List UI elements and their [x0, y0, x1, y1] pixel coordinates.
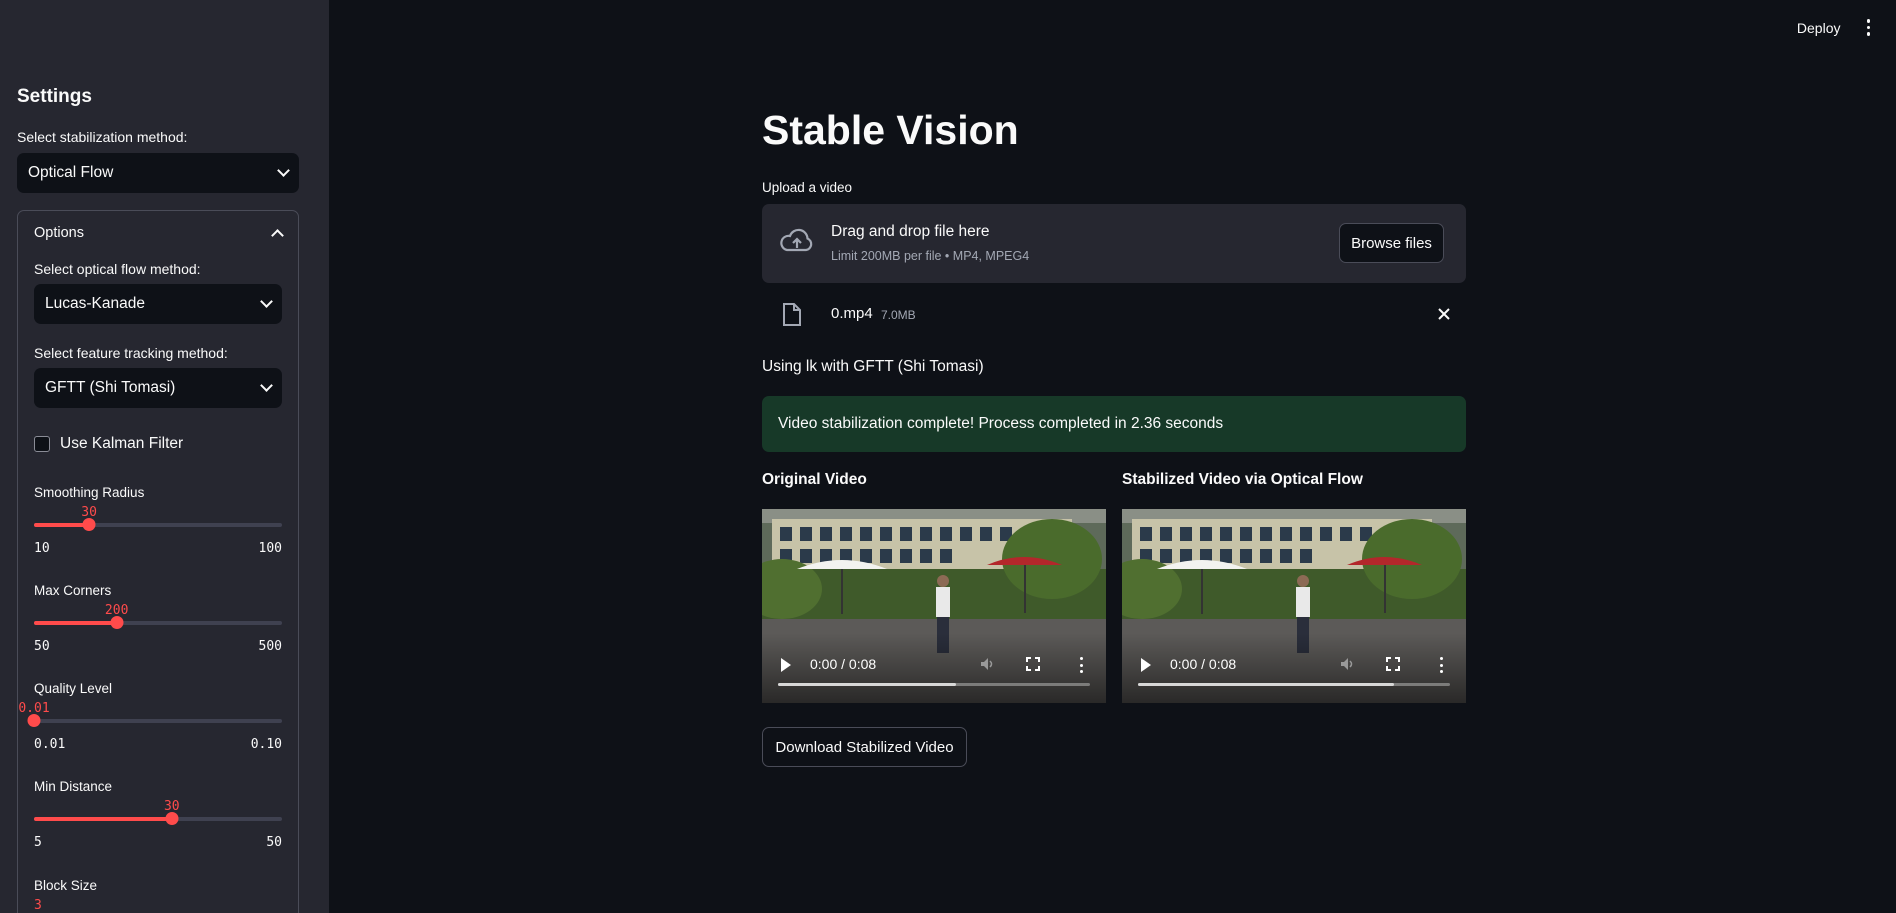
page-title: Stable Vision: [762, 107, 1019, 153]
slider-thumb[interactable]: [27, 714, 41, 727]
topbar: Deploy: [1797, 0, 1896, 55]
slider-track[interactable]: [34, 616, 282, 629]
slider-min: 10: [34, 541, 50, 556]
file-icon: [783, 303, 801, 326]
block-size-slider: Block Size 3: [34, 878, 282, 913]
stabilized-video-label: Stabilized Video via Optical Flow: [1122, 471, 1363, 488]
file-size: 7.0MB: [881, 308, 916, 322]
file-name: 0.mp4: [831, 305, 873, 322]
video-time: 0:00 / 0:08: [810, 656, 877, 672]
slider-thumb[interactable]: [165, 812, 179, 825]
sidebar: Settings Select stabilization method: Op…: [0, 0, 329, 913]
stabilization-method-value: Optical Flow: [28, 164, 114, 181]
volume-icon[interactable]: [980, 657, 994, 671]
video-buffer-fill: [778, 683, 956, 686]
uploaded-file-row: 0.mp4 7.0MB: [762, 296, 1466, 332]
method-info-text: Using lk with GFTT (Shi Tomasi): [762, 358, 984, 375]
slider-max: 0.10: [250, 737, 282, 752]
original-video-label: Original Video: [762, 471, 867, 488]
video-progress-bar[interactable]: [1138, 683, 1450, 686]
video-progress-bar[interactable]: [778, 683, 1090, 686]
slider-fill: [34, 523, 90, 527]
video-controls: 0:00 / 0:08: [1122, 633, 1466, 703]
browse-files-button[interactable]: Browse files: [1339, 223, 1444, 263]
close-icon[interactable]: [1436, 306, 1452, 322]
options-header-label: Options: [34, 225, 84, 241]
options-expander: Options Select optical flow method: Luca…: [17, 210, 299, 913]
quality-level-slider: Quality Level 0.01 0.01 0.10: [18, 681, 282, 752]
deploy-button[interactable]: Deploy: [1797, 20, 1841, 36]
stabilization-method-label: Select stabilization method:: [17, 129, 188, 145]
main-area: Deploy Stable Vision Upload a video Drag…: [329, 0, 1896, 913]
slider-label: Quality Level: [34, 681, 113, 696]
video-controls: 0:00 / 0:08: [762, 633, 1106, 703]
stabilization-method-select[interactable]: Optical Flow: [17, 153, 299, 193]
chevron-up-icon: [271, 228, 284, 242]
success-message: Video stabilization complete! Process co…: [778, 415, 1224, 432]
optical-flow-method-label: Select optical flow method:: [34, 261, 201, 277]
smoothing-radius-slider: Smoothing Radius 30 10 100: [34, 485, 282, 556]
slider-min: 5: [34, 835, 42, 850]
sidebar-title: Settings: [17, 86, 92, 107]
upload-label: Upload a video: [762, 180, 853, 195]
play-icon[interactable]: [781, 658, 791, 672]
kalman-filter-checkbox-row[interactable]: Use Kalman Filter: [34, 435, 183, 453]
chevron-down-icon: [260, 295, 273, 308]
video-time: 0:00 / 0:08: [1170, 656, 1237, 672]
slider-label: Max Corners: [34, 583, 112, 598]
dropzone-title: Drag and drop file here: [831, 223, 990, 240]
slider-max: 100: [258, 541, 282, 556]
video-buffer-fill: [1138, 683, 1394, 686]
stabilized-video-player[interactable]: 0:00 / 0:08: [1122, 509, 1466, 703]
feature-tracking-method-select[interactable]: GFTT (Shi Tomasi): [34, 368, 282, 408]
slider-fill: [34, 817, 172, 821]
slider-label: Smoothing Radius: [34, 485, 145, 500]
volume-icon[interactable]: [1340, 657, 1354, 671]
more-options-icon[interactable]: [1080, 657, 1084, 673]
file-dropzone[interactable]: Drag and drop file here Limit 200MB per …: [762, 204, 1466, 283]
fullscreen-icon[interactable]: [1386, 657, 1400, 671]
max-corners-slider: Max Corners 200 50 500: [34, 583, 282, 654]
slider-min: 50: [34, 639, 50, 654]
slider-label: Block Size: [34, 878, 98, 893]
feature-tracking-method-value: GFTT (Shi Tomasi): [45, 379, 176, 396]
chevron-down-icon: [277, 164, 290, 177]
optical-flow-method-value: Lucas-Kanade: [45, 295, 145, 312]
kalman-filter-label: Use Kalman Filter: [60, 435, 184, 452]
slider-min: 0.01: [34, 737, 66, 752]
success-alert: Video stabilization complete! Process co…: [762, 396, 1466, 452]
download-stabilized-video-button[interactable]: Download Stabilized Video: [762, 727, 967, 767]
options-expander-header[interactable]: Options: [34, 225, 284, 242]
original-video-player[interactable]: 0:00 / 0:08: [762, 509, 1106, 703]
fullscreen-icon[interactable]: [1026, 657, 1040, 671]
slider-fill: [34, 621, 117, 625]
slider-max: 500: [258, 639, 282, 654]
slider-track[interactable]: [34, 518, 282, 531]
slider-track[interactable]: [34, 812, 282, 825]
optical-flow-method-select[interactable]: Lucas-Kanade: [34, 284, 282, 324]
slider-value: 3: [34, 898, 42, 913]
slider-track[interactable]: [27, 714, 282, 727]
dropzone-subtitle: Limit 200MB per file • MP4, MPEG4: [831, 249, 1030, 263]
slider-thumb[interactable]: [110, 616, 124, 629]
kalman-filter-checkbox[interactable]: [34, 436, 50, 452]
more-options-icon[interactable]: [1440, 657, 1444, 673]
slider-thumb[interactable]: [82, 518, 96, 531]
play-icon[interactable]: [1141, 658, 1151, 672]
cloud-upload-icon: [780, 228, 813, 252]
chevron-down-icon: [260, 379, 273, 392]
feature-tracking-method-label: Select feature tracking method:: [34, 345, 228, 361]
slider-label: Min Distance: [34, 779, 113, 794]
min-distance-slider: Min Distance 30 5 50: [34, 779, 282, 850]
main-menu-icon[interactable]: [1863, 15, 1875, 40]
slider-max: 50: [266, 835, 282, 850]
